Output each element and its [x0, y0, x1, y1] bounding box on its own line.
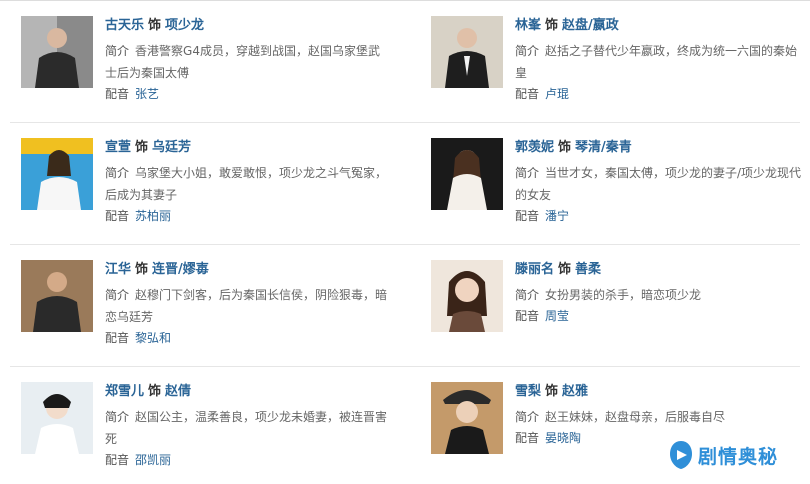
actor-name[interactable]: 郭羡妮 [515, 140, 554, 155]
as-label: 饰 [148, 384, 162, 399]
cast-title: 林峯饰赵盘/嬴政 [515, 16, 810, 36]
role-name[interactable]: 善柔 [575, 262, 601, 277]
intro-text: 当世才女，秦国太傅，项少龙的妻子/项少龙现代的女友 [515, 166, 802, 202]
dub-line: 配音 卢琨 [515, 84, 810, 104]
actor-photo[interactable] [431, 382, 503, 454]
row-divider [10, 366, 800, 367]
actor-photo[interactable] [431, 260, 503, 332]
dub-name[interactable]: 晏晓陶 [545, 431, 581, 445]
actor-name[interactable]: 江华 [105, 262, 131, 277]
role-name[interactable]: 项少龙 [165, 18, 204, 33]
dub-label: 配音 [105, 453, 130, 467]
intro-label: 简介 [105, 288, 130, 302]
intro: 简介 赵穆门下剑客，后为秦国长信侯，阴险狠毒，暗恋乌廷芳 [105, 284, 395, 328]
as-label: 饰 [148, 18, 162, 33]
intro-label: 简介 [515, 44, 540, 58]
actor-photo[interactable] [21, 16, 93, 88]
intro: 简介 香港警察G4成员，穿越到战国，赵国乌家堡武士后为秦国太傅 [105, 40, 387, 84]
dub-line: 配音 张艺 [105, 84, 405, 104]
intro-text: 赵王妹妹，赵盘母亲，后服毒自尽 [545, 410, 726, 424]
actor-photo[interactable] [431, 138, 503, 210]
dub-line: 配音 黎弘和 [105, 328, 405, 348]
watermark-logo-icon [670, 441, 692, 469]
role-name[interactable]: 赵倩 [165, 384, 191, 399]
watermark: 剧情奥秘 [668, 438, 778, 472]
actor-photo[interactable] [21, 382, 93, 454]
role-name[interactable]: 乌廷芳 [152, 140, 191, 155]
dub-label: 配音 [515, 309, 540, 323]
top-divider [0, 0, 810, 1]
as-label: 饰 [558, 140, 572, 155]
intro: 简介 赵王妹妹，赵盘母亲，后服毒自尽 [515, 406, 805, 428]
cast-title: 江华饰连晋/嫪毐 [105, 260, 405, 280]
cast-title: 郭羡妮饰琴清/秦青 [515, 138, 810, 158]
dub-line: 配音 周莹 [515, 306, 810, 326]
as-label: 饰 [545, 384, 559, 399]
intro-text: 赵穆门下剑客，后为秦国长信侯，阴险狠毒，暗恋乌廷芳 [105, 288, 388, 324]
actor-name[interactable]: 雪梨 [515, 384, 541, 399]
role-name[interactable]: 琴清/秦青 [575, 140, 632, 155]
intro-text: 赵括之子替代少年嬴政，终成为统一六国的秦始皇 [515, 44, 798, 80]
intro: 简介 乌家堡大小姐，敢爱敢恨，项少龙之斗气冤家，后成为其妻子 [105, 162, 395, 206]
intro-label: 简介 [105, 410, 130, 424]
role-name[interactable]: 赵雅 [562, 384, 588, 399]
dub-label: 配音 [515, 209, 540, 223]
intro-label: 简介 [515, 166, 540, 180]
intro: 简介 赵国公主，温柔善良，项少龙未婚妻，被连晋害死 [105, 406, 395, 450]
intro-text: 香港警察G4成员，穿越到战国，赵国乌家堡武士后为秦国太傅 [105, 44, 380, 80]
row-divider [10, 122, 800, 123]
intro: 简介 当世才女，秦国太傅，项少龙的妻子/项少龙现代的女友 [515, 162, 810, 206]
intro-label: 简介 [515, 410, 540, 424]
as-label: 饰 [135, 140, 149, 155]
row-divider [10, 244, 800, 245]
actor-name[interactable]: 郑雪儿 [105, 384, 144, 399]
role-name[interactable]: 连晋/嫪毐 [152, 262, 209, 277]
dub-name[interactable]: 卢琨 [545, 87, 569, 101]
cast-title: 古天乐饰项少龙 [105, 16, 405, 36]
dub-line: 配音 潘宁 [515, 206, 810, 226]
dub-label: 配音 [105, 87, 130, 101]
dub-label: 配音 [105, 331, 130, 345]
actor-name[interactable]: 宣萱 [105, 140, 131, 155]
actor-name[interactable]: 林峯 [515, 18, 541, 33]
intro-text: 女扮男装的杀手，暗恋项少龙 [545, 288, 702, 302]
dub-name[interactable]: 苏柏丽 [135, 209, 171, 223]
dub-name[interactable]: 黎弘和 [135, 331, 171, 345]
cast-title: 宣萱饰乌廷芳 [105, 138, 405, 158]
dub-label: 配音 [515, 431, 540, 445]
intro: 简介 女扮男装的杀手，暗恋项少龙 [515, 284, 810, 306]
dub-label: 配音 [105, 209, 130, 223]
intro-label: 简介 [105, 166, 130, 180]
as-label: 饰 [135, 262, 149, 277]
as-label: 饰 [545, 18, 559, 33]
watermark-text: 剧情奥秘 [698, 445, 779, 468]
cast-title: 郑雪儿饰赵倩 [105, 382, 405, 402]
as-label: 饰 [558, 262, 572, 277]
role-name[interactable]: 赵盘/嬴政 [562, 18, 619, 33]
intro-label: 简介 [515, 288, 540, 302]
dub-name[interactable]: 潘宁 [545, 209, 569, 223]
actor-photo[interactable] [21, 260, 93, 332]
cast-title: 滕丽名饰善柔 [515, 260, 810, 280]
intro-text: 乌家堡大小姐，敢爱敢恨，项少龙之斗气冤家，后成为其妻子 [105, 166, 388, 202]
intro: 简介 赵括之子替代少年嬴政，终成为统一六国的秦始皇 [515, 40, 807, 84]
actor-photo[interactable] [21, 138, 93, 210]
dub-name[interactable]: 周莹 [545, 309, 569, 323]
intro-label: 简介 [105, 44, 130, 58]
dub-line: 配音 邵凯丽 [105, 450, 405, 470]
actor-name[interactable]: 滕丽名 [515, 262, 554, 277]
actor-photo[interactable] [431, 16, 503, 88]
intro-text: 赵国公主，温柔善良，项少龙未婚妻，被连晋害死 [105, 410, 388, 446]
cast-title: 雪梨饰赵雅 [515, 382, 810, 402]
dub-name[interactable]: 张艺 [135, 87, 159, 101]
dub-name[interactable]: 邵凯丽 [135, 453, 171, 467]
dub-line: 配音 苏柏丽 [105, 206, 405, 226]
dub-label: 配音 [515, 87, 540, 101]
actor-name[interactable]: 古天乐 [105, 18, 144, 33]
